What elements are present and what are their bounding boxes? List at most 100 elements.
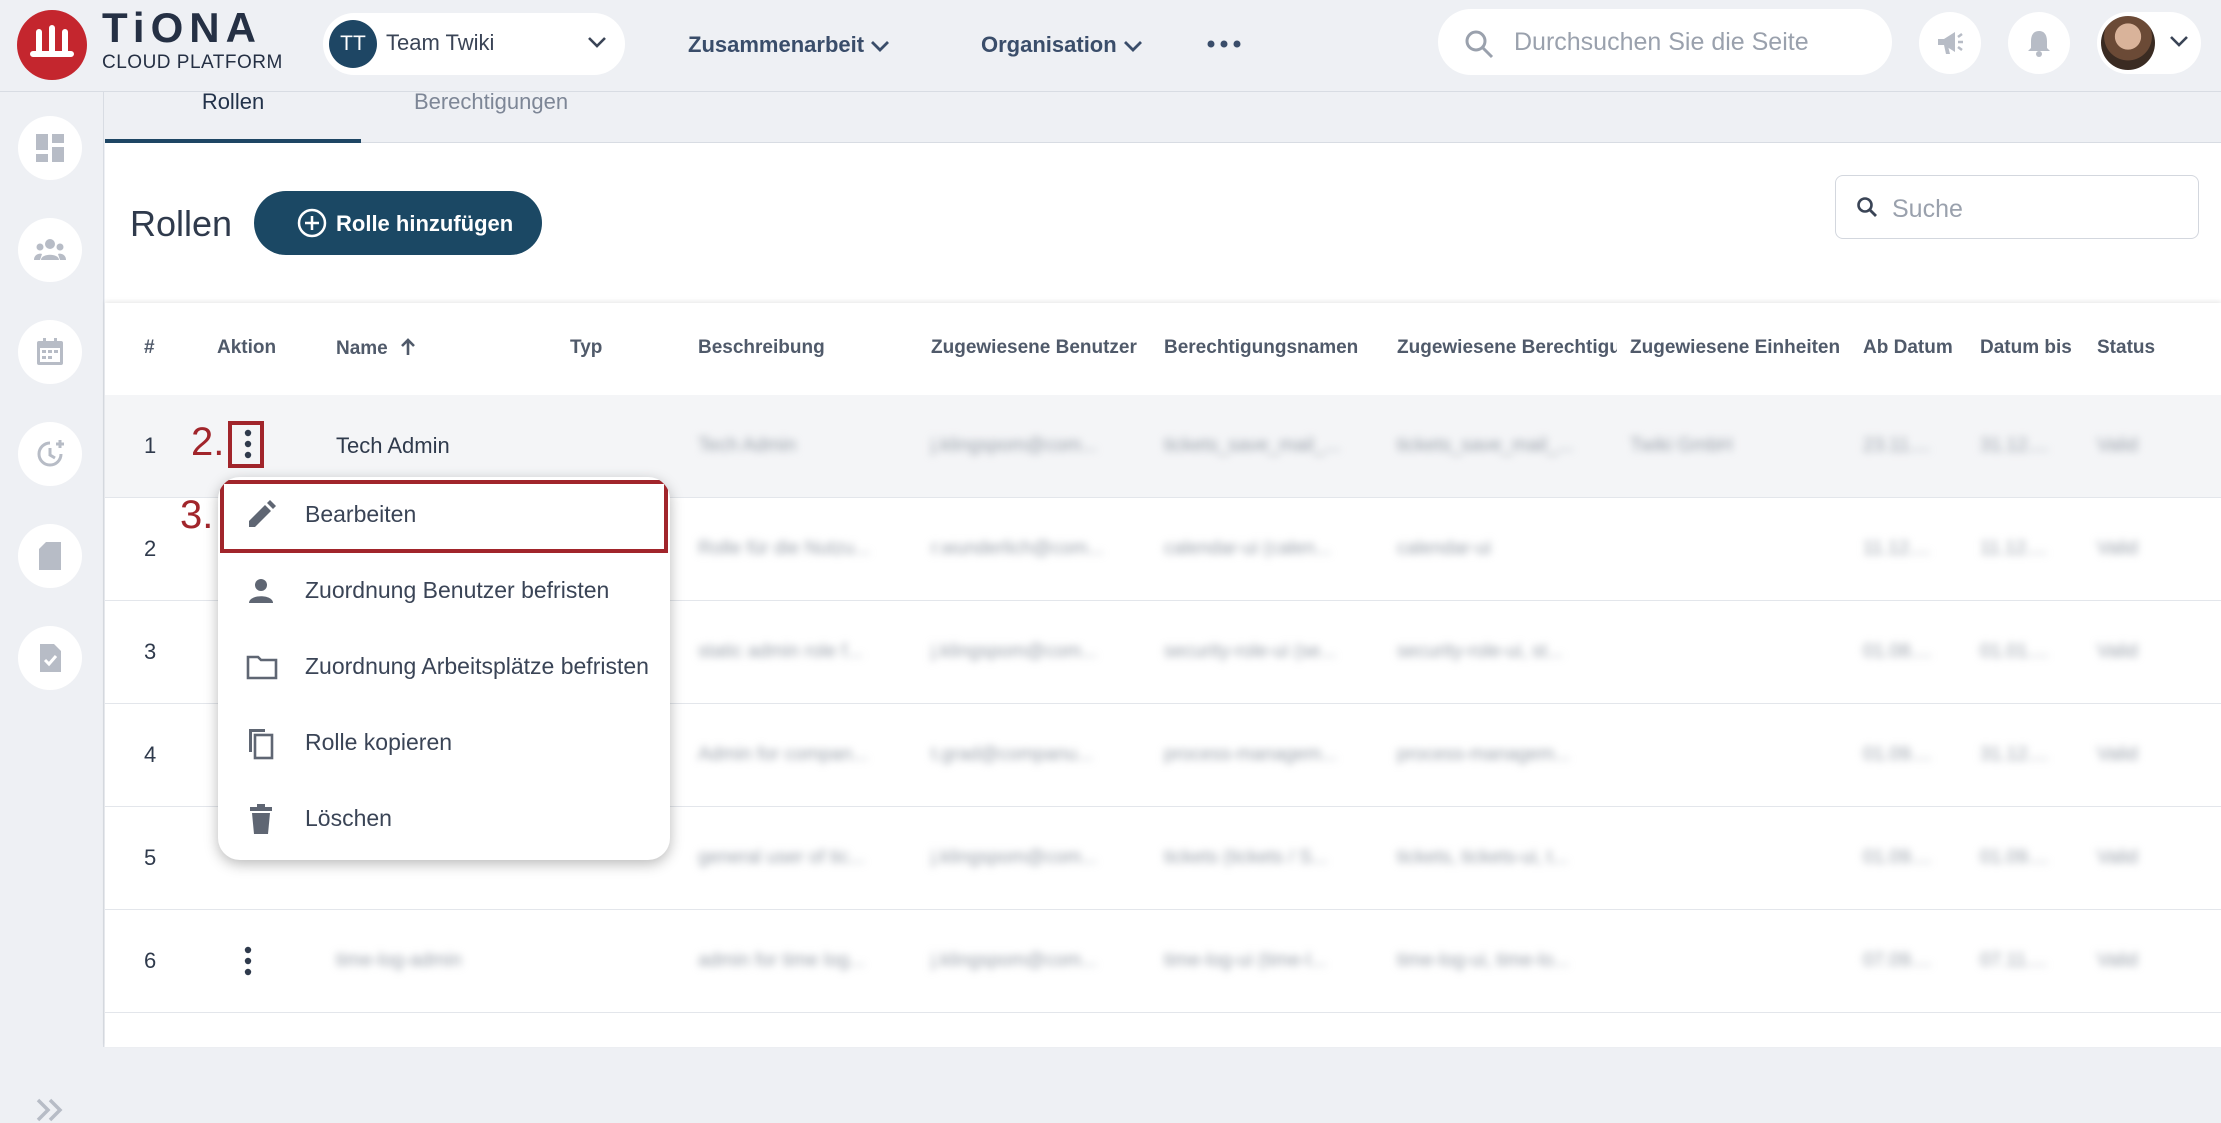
role-description: general user of tic...: [698, 847, 865, 868]
document-check-icon: [40, 644, 61, 672]
arrow-up-icon: [401, 338, 415, 355]
row-number: 3: [144, 639, 157, 664]
column-header-ab-datum: Ab Datum: [1863, 337, 1953, 358]
to-date: 01.01....: [1980, 641, 2049, 662]
menu-item-label: Zuordnung Benutzer befristen: [305, 577, 610, 603]
row-number: 2: [144, 536, 157, 561]
chevron-down-icon: [2170, 36, 2188, 47]
search-icon: [1465, 30, 1494, 59]
profile-menu-button[interactable]: [2097, 12, 2201, 74]
page-title: Rollen: [130, 203, 233, 244]
column-header-zugewiesene-berechtigungen: Zugewiesene Berechtigungen: [1397, 337, 1617, 358]
role-name: Tech Admin: [336, 433, 450, 458]
announcements-button[interactable]: [1919, 12, 1981, 74]
status: Valid: [2097, 435, 2138, 456]
more-vertical-icon[interactable]: [242, 429, 254, 459]
menu-item-label: Rolle kopieren: [305, 729, 453, 755]
assigned-permissions: process-managem...: [1397, 744, 1571, 765]
permission-names: process-managem...: [1164, 744, 1338, 765]
menu-item-bearbeiten[interactable]: Bearbeiten: [218, 477, 670, 553]
row-number: 4: [144, 742, 157, 767]
role-description: Admin for compan...: [698, 744, 869, 765]
expand-sidebar-icon[interactable]: [34, 1097, 66, 1123]
more-vertical-icon[interactable]: [242, 946, 254, 976]
team-selector[interactable]: TT Team Twiki: [323, 13, 625, 75]
global-search-input[interactable]: Durchsuchen Sie die Seite: [1438, 9, 1892, 75]
top-header: TiONA CLOUD PLATFORM TT Team Twiki Zusam…: [0, 0, 2221, 92]
to-date: 31.12....: [1980, 744, 2049, 765]
assigned-permissions: time-log-ui, time-lo...: [1397, 950, 1570, 971]
to-date: 07.11....: [1980, 950, 2048, 971]
to-date: 31.12....: [1980, 435, 2049, 456]
calendar-icon: [37, 338, 63, 365]
from-date: 11.12....: [1863, 538, 1931, 559]
megaphone-icon: [1938, 32, 1963, 54]
column-header-status: Status: [2097, 337, 2156, 358]
nav-organisation[interactable]: Organisation: [981, 32, 1143, 58]
assigned-units: Twiki GmbH: [1630, 435, 1733, 456]
column-header-number: #: [144, 337, 155, 358]
status: Valid: [2097, 538, 2138, 559]
dashboard-icon: [36, 134, 64, 162]
nav-zusammenarbeit[interactable]: Zusammenarbeit: [688, 32, 890, 58]
status: Valid: [2097, 950, 2138, 971]
assigned-permissions: tickets, tickets-ui, t...: [1397, 847, 1569, 868]
trash-icon: [250, 804, 272, 834]
assigned-users: j.klingspom@com...: [931, 435, 1098, 456]
status: Valid: [2097, 641, 2138, 662]
sidebar-item-time-log[interactable]: [18, 422, 82, 486]
permission-names: calendar-ui (calen...: [1164, 538, 1331, 559]
status: Valid: [2097, 744, 2138, 765]
menu-item-zuordnung-benutzer-befristen[interactable]: Zuordnung Benutzer befristen: [218, 553, 670, 629]
tab-bar: Rollen Berechtigungen: [105, 91, 2221, 143]
sd-card-icon: [39, 542, 61, 570]
column-header-name[interactable]: Name: [336, 337, 417, 360]
avatar: [2101, 16, 2155, 70]
menu-item-label: Zuordnung Arbeitsplätze befristen: [305, 653, 649, 679]
table-row[interactable]: 6 time-log-admin admin for time log... j…: [105, 910, 2221, 1013]
role-description: Rolle für die Nutzu...: [698, 538, 871, 559]
from-date: 01.08....: [1863, 641, 1932, 662]
sidebar-item-dashboard[interactable]: [18, 116, 82, 180]
to-date: 11.12....: [1980, 538, 2048, 559]
step-3-label: 3.: [180, 493, 214, 537]
sidebar-item-people[interactable]: [18, 218, 82, 282]
step-2-label: 2.: [191, 420, 225, 464]
role-search-input[interactable]: Suche: [1835, 175, 2199, 239]
sidebar-item-tasks[interactable]: [18, 626, 82, 690]
more-horizontal-icon[interactable]: [1205, 30, 1243, 58]
tab-berechtigungen[interactable]: Berechtigungen: [361, 91, 621, 143]
menu-item-zuordnung-arbeitsplaetze-befristen[interactable]: Zuordnung Arbeitsplätze befristen: [218, 629, 670, 705]
sidebar-item-storage[interactable]: [18, 524, 82, 588]
column-header-berechtigungsnamen: Berechtigungsnamen: [1164, 337, 1359, 358]
pencil-icon: [249, 500, 276, 527]
menu-item-rolle-kopieren[interactable]: Rolle kopieren: [218, 705, 670, 781]
row-number: 1: [144, 433, 157, 458]
brand-subtitle: CLOUD PLATFORM: [102, 52, 283, 73]
row-number: 6: [144, 948, 157, 973]
tiona-logo[interactable]: [17, 10, 87, 80]
tab-rollen[interactable]: Rollen: [105, 91, 361, 143]
column-header-zugewiesene-einheiten: Zugewiesene Einheiten: [1630, 337, 1841, 358]
column-header-aktion: Aktion: [217, 337, 277, 358]
role-description: Tech Admin: [698, 435, 797, 456]
step-3-highlight: [220, 480, 668, 553]
brand-name: TiONA: [102, 4, 262, 51]
to-date: 01.09....: [1980, 847, 2049, 868]
add-role-button[interactable]: Rolle hinzufügen: [254, 191, 542, 255]
assigned-users: t.grad@companu...: [931, 744, 1093, 765]
assigned-users: j.klingspom@com...: [931, 950, 1098, 971]
people-icon: [34, 239, 66, 260]
copy-icon: [249, 729, 274, 760]
menu-item-loeschen[interactable]: Löschen: [218, 781, 670, 857]
from-date: 23.11....: [1863, 435, 1931, 456]
notifications-button[interactable]: [2008, 12, 2070, 74]
from-date: 01.09....: [1863, 744, 1932, 765]
chevron-down-icon: [871, 41, 890, 53]
status: Valid: [2097, 847, 2138, 868]
column-header-beschreibung: Beschreibung: [698, 337, 825, 358]
role-description: static admin role f...: [698, 641, 863, 662]
role-name: time-log-admin: [336, 950, 462, 971]
assigned-users: j.klingspom@com...: [931, 641, 1098, 662]
sidebar-item-calendar[interactable]: [18, 320, 82, 384]
